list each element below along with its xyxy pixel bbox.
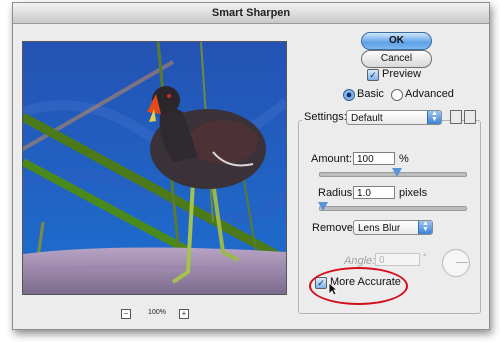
basic-label: Basic: [357, 88, 384, 100]
bird-photo: [23, 42, 286, 294]
angle-input: 0: [375, 253, 420, 266]
delete-settings-icon[interactable]: [464, 110, 476, 124]
advanced-radio[interactable]: [391, 89, 403, 101]
advanced-label: Advanced: [405, 88, 454, 100]
pointer-cursor-icon: [328, 282, 338, 296]
amount-input[interactable]: 100: [353, 152, 395, 165]
radius-label: Radius:: [318, 187, 356, 199]
settings-value: Default: [351, 113, 383, 124]
smart-sharpen-dialog: Smart Sharpen − 100% + OK Cancel ✓ Previ…: [12, 2, 490, 330]
zoom-out-button[interactable]: −: [121, 309, 131, 319]
remove-label: Remove:: [312, 222, 357, 234]
settings-select[interactable]: Default ▲ ▼: [346, 110, 442, 125]
radius-slider[interactable]: [318, 202, 467, 211]
highlight-ellipse: [309, 267, 408, 305]
amount-unit: %: [399, 153, 409, 165]
ok-button[interactable]: OK: [361, 32, 432, 50]
preview-image[interactable]: [22, 41, 287, 295]
preview-label: Preview: [382, 68, 422, 80]
radius-input[interactable]: 1.0: [353, 186, 395, 199]
basic-radio[interactable]: [343, 89, 355, 101]
amount-slider-thumb[interactable]: [392, 168, 402, 177]
remove-value: Lens Blur: [358, 223, 401, 234]
cancel-button[interactable]: Cancel: [361, 50, 432, 68]
radius-slider-thumb[interactable]: [318, 202, 328, 211]
zoom-in-button[interactable]: +: [179, 309, 189, 319]
save-settings-icon[interactable]: [450, 110, 462, 124]
zoom-controls: − 100% +: [121, 308, 201, 322]
settings-label: Settings:: [302, 111, 349, 123]
angle-label: Angle:: [344, 255, 376, 267]
window-title: Smart Sharpen: [13, 3, 489, 24]
amount-label: Amount:: [311, 153, 352, 165]
angle-dial: [442, 249, 470, 277]
chevron-updown-icon: ▲ ▼: [427, 110, 441, 124]
chevron-updown-icon: ▲ ▼: [418, 220, 432, 234]
preview-checkbox[interactable]: ✓: [367, 69, 379, 81]
remove-select[interactable]: Lens Blur ▲ ▼: [353, 220, 433, 235]
zoom-level: 100%: [148, 309, 166, 316]
radius-unit: pixels: [399, 187, 428, 199]
angle-unit: °: [423, 252, 427, 262]
amount-slider[interactable]: [319, 168, 467, 177]
